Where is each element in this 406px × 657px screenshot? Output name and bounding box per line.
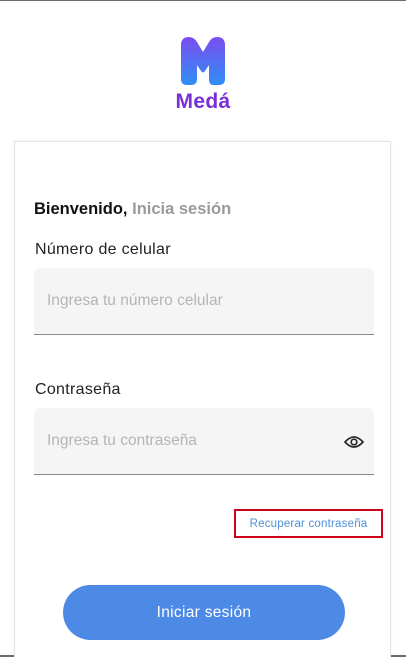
brand-name: Medá [175,90,231,113]
password-label: Contraseña [35,381,121,398]
phone-label: Número de celular [35,241,171,258]
phone-input[interactable] [34,268,374,334]
welcome-heading: Bienvenido, Inicia sesión [34,200,231,219]
welcome-subtitle: Inicia sesión [132,200,232,218]
brand-header: Medá [0,35,406,114]
meda-logo-icon [181,37,225,85]
welcome-title: Bienvenido, [34,200,128,218]
recover-password-link[interactable]: Recuperar contraseña [234,509,383,538]
login-screen: Medá Bienvenido, Inicia sesión Número de… [0,0,406,657]
login-button[interactable]: Iniciar sesión [63,585,345,640]
eye-icon[interactable] [342,430,366,454]
phone-field[interactable] [34,268,374,335]
login-card: Bienvenido, Inicia sesión Número de celu… [14,141,391,657]
password-input[interactable] [34,408,374,474]
password-field[interactable] [34,408,374,475]
